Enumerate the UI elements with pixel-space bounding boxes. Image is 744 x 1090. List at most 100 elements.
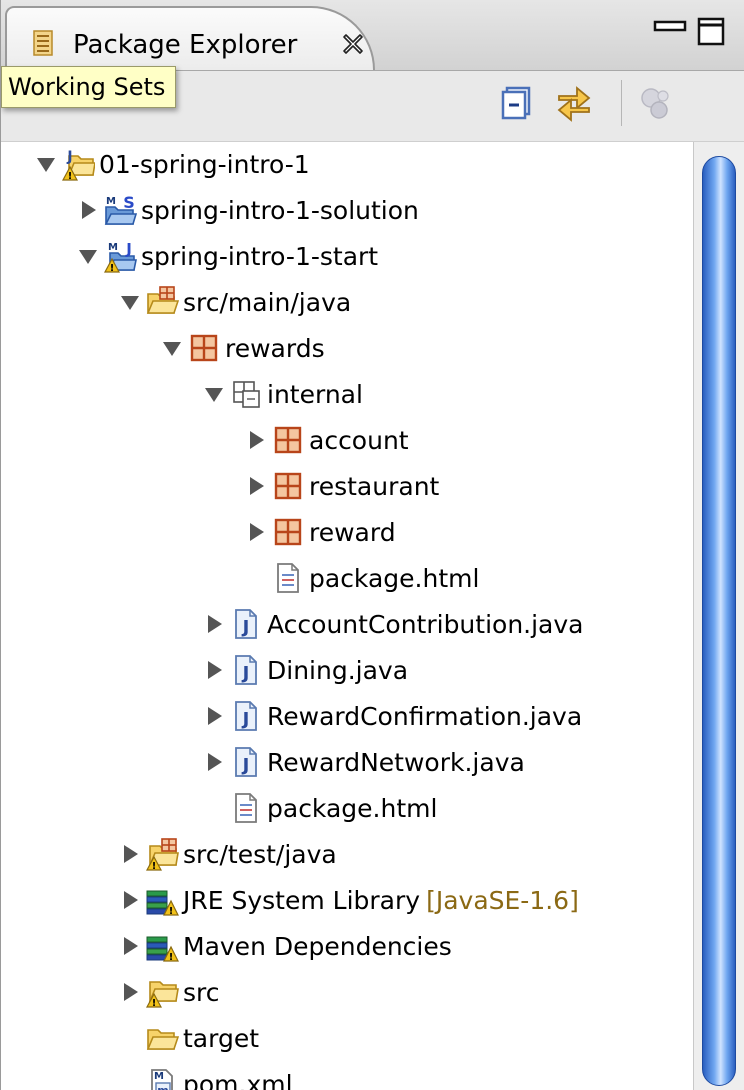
tree-item-label: internal xyxy=(267,379,363,409)
tree-item-label: spring-intro-1-start xyxy=(141,241,379,271)
tree-item[interactable]: M J! spring-intro-1-start xyxy=(77,234,378,278)
collapsed-triangle-icon[interactable] xyxy=(77,199,99,221)
svg-text:!: ! xyxy=(68,171,73,181)
link-with-editor-icon[interactable] xyxy=(555,82,593,122)
tree-item-label: rewards xyxy=(225,333,325,363)
tree-item-label: JRE System Library xyxy=(183,885,421,915)
tab-package-explorer[interactable]: Package Explorer xyxy=(5,6,375,70)
tree-item-label: src/test/java xyxy=(183,839,337,869)
folder-icon xyxy=(145,1021,180,1055)
package-icon xyxy=(271,515,305,549)
tree-item[interactable]: rewards xyxy=(161,326,325,370)
collapsed-triangle-icon[interactable] xyxy=(119,981,141,1003)
collapsed-triangle-icon[interactable] xyxy=(245,521,267,543)
tree-item-label: target xyxy=(183,1023,260,1053)
svg-text:!: ! xyxy=(152,998,157,1009)
tree-item[interactable]: src/main/java xyxy=(119,280,351,324)
folder-warning-icon: ! xyxy=(145,975,179,1009)
tree-item[interactable]: J! 01-spring-intro-1 xyxy=(35,142,310,186)
svg-text:S: S xyxy=(123,193,135,212)
collapse-all-icon[interactable] xyxy=(499,82,537,122)
java-file-icon: J xyxy=(229,745,263,779)
maven-java-project-warning-icon: M J! xyxy=(103,239,137,274)
focus-on-active-task-icon[interactable] xyxy=(637,82,675,122)
collapsed-triangle-icon[interactable] xyxy=(203,659,225,681)
tree-item-label: 01-spring-intro-1 xyxy=(99,149,310,179)
svg-text:M: M xyxy=(106,196,116,207)
expanded-triangle-icon[interactable] xyxy=(119,291,141,313)
svg-text:J: J xyxy=(241,617,250,638)
tree-item-label: Maven Dependencies xyxy=(183,931,452,961)
tree-item[interactable]: ! src xyxy=(119,970,220,1014)
package-explorer-icon xyxy=(33,30,53,56)
svg-text:J: J xyxy=(241,709,250,730)
package-icon xyxy=(187,331,221,365)
tree-item[interactable]: target xyxy=(119,1016,259,1060)
expanded-triangle-icon[interactable] xyxy=(203,383,225,405)
tree-item-label: src/main/java xyxy=(183,287,352,317)
view-title: Package Explorer xyxy=(73,30,298,60)
tree-item[interactable]: Mmpom.xml xyxy=(119,1062,293,1090)
maven-pom-icon: Mm xyxy=(145,1067,179,1090)
collapsed-triangle-icon[interactable] xyxy=(245,429,267,451)
tree-item-label: pom.xml xyxy=(183,1069,293,1090)
java-file-icon: J xyxy=(229,653,263,687)
minimize-icon[interactable] xyxy=(653,18,687,40)
tree-item[interactable]: ! Maven Dependencies xyxy=(119,924,452,968)
html-file-icon xyxy=(229,791,263,825)
library-warning-icon: ! xyxy=(145,883,179,917)
source-folder-icon xyxy=(145,285,180,319)
vertical-scrollbar[interactable] xyxy=(693,142,744,1090)
svg-text:J: J xyxy=(66,149,72,165)
tree-item-decoration: [JavaSE-1.6] xyxy=(426,885,579,915)
tree-item[interactable]: ! src/test/java xyxy=(119,832,337,876)
tree-item[interactable]: reward xyxy=(245,510,396,554)
view-tab-bar: Package Explorer xyxy=(1,0,744,71)
tree-item[interactable]: account xyxy=(245,418,409,462)
svg-text:!: ! xyxy=(169,952,174,963)
svg-text:J: J xyxy=(241,663,250,684)
tree-item[interactable]: internal xyxy=(203,372,363,416)
tooltip-working-sets: Working Sets xyxy=(1,66,177,108)
collapsed-triangle-icon[interactable] xyxy=(119,935,141,957)
maximize-icon[interactable] xyxy=(697,16,725,46)
java-file-icon: J xyxy=(229,699,263,733)
expanded-triangle-icon[interactable] xyxy=(161,337,183,359)
scrollbar-thumb[interactable] xyxy=(702,156,736,1086)
svg-text:!: ! xyxy=(152,861,157,871)
tree-item-label: restaurant xyxy=(309,471,440,501)
collapsed-triangle-icon[interactable] xyxy=(119,889,141,911)
collapsed-triangle-icon[interactable] xyxy=(203,705,225,727)
package-icon xyxy=(271,423,305,457)
collapsed-triangle-icon[interactable] xyxy=(119,843,141,865)
tree-item[interactable]: restaurant xyxy=(245,464,439,508)
collapsed-triangle-icon[interactable] xyxy=(203,613,225,635)
library-warning-icon: ! xyxy=(145,929,179,963)
svg-text:J: J xyxy=(125,240,132,258)
tree-item[interactable]: M Sspring-intro-1-solution xyxy=(77,188,419,232)
expanded-triangle-icon[interactable] xyxy=(77,245,99,267)
svg-text:!: ! xyxy=(110,263,115,273)
collapsed-triangle-icon[interactable] xyxy=(245,475,267,497)
tree-item-label: spring-intro-1-solution xyxy=(141,195,419,225)
package-explorer-view: Package Explorer Working Sets J ! 01-spr… xyxy=(0,0,744,1090)
tree-item[interactable]: J RewardNetwork.java xyxy=(203,740,525,784)
package-icon xyxy=(271,469,305,503)
close-icon[interactable] xyxy=(341,32,365,56)
toolbar-separator xyxy=(621,80,622,126)
svg-text:J: J xyxy=(241,755,250,776)
tree-item[interactable]: J RewardConfirmation.java xyxy=(203,694,582,738)
svg-text:M: M xyxy=(154,1071,164,1082)
expanded-triangle-icon[interactable] xyxy=(35,153,57,175)
tree-item[interactable]: package.html xyxy=(245,556,479,600)
collapsed-triangle-icon[interactable] xyxy=(203,751,225,773)
html-file-icon xyxy=(271,561,305,595)
package-tree[interactable]: J! 01-spring-intro-1 M Sspring-intro-1-solu… xyxy=(1,142,691,1090)
tree-item[interactable]: J Dining.java xyxy=(203,648,408,692)
tree-item-label: AccountContribution.java xyxy=(267,609,584,639)
java-file-icon: J xyxy=(229,607,263,641)
tree-item[interactable]: J AccountContribution.java xyxy=(203,602,584,646)
tree-item[interactable]: ! JRE System Library [JavaSE-1.6] xyxy=(119,878,579,922)
tree-item-label: RewardNetwork.java xyxy=(267,747,525,777)
tree-item[interactable]: package.html xyxy=(203,786,437,830)
